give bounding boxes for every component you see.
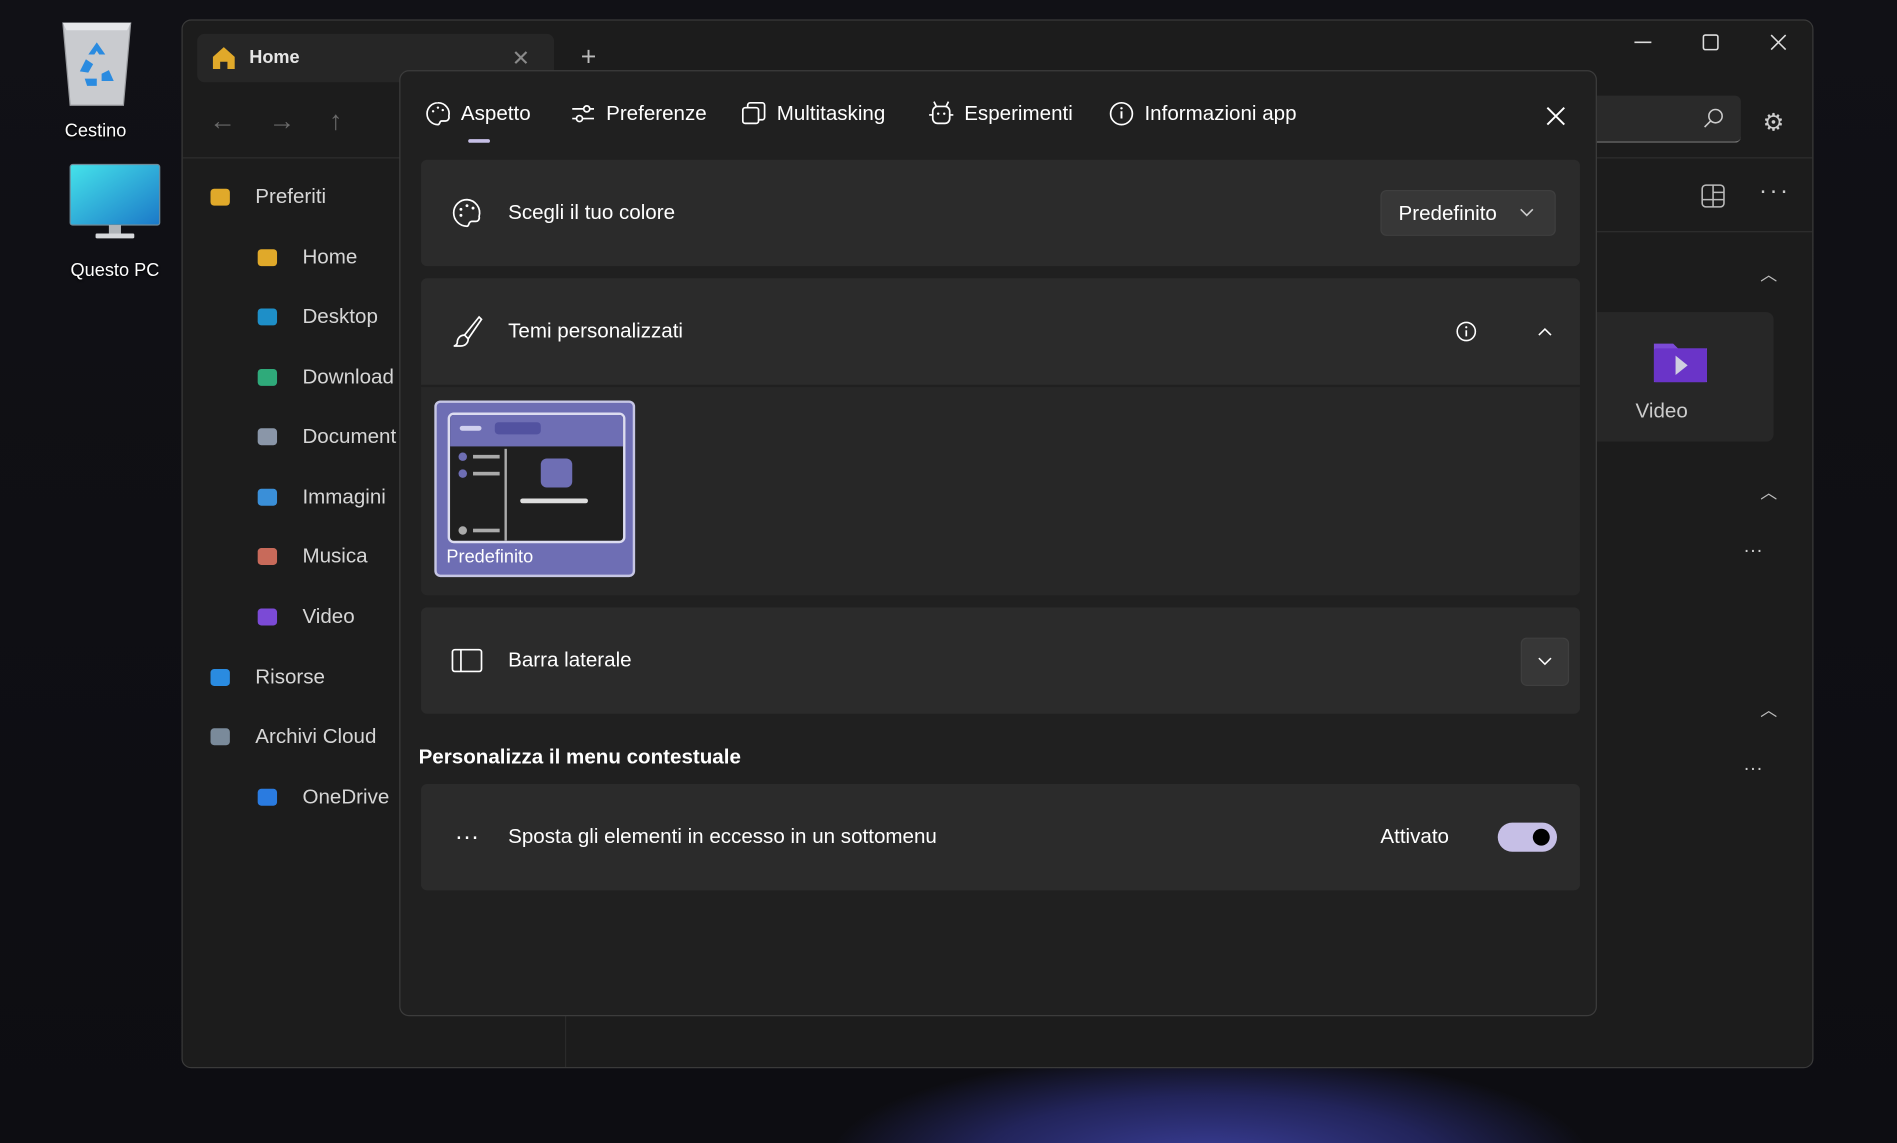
chevron-down-icon xyxy=(1538,657,1553,667)
sidebar-item[interactable]: Musica xyxy=(302,544,367,568)
section-header: Personalizza il menu contestuale xyxy=(418,745,741,769)
sidebar-item[interactable]: Immagini xyxy=(302,485,385,509)
tab-label: Aspetto xyxy=(460,101,531,125)
new-tab-button[interactable]: + xyxy=(581,41,597,72)
tab-label: Home xyxy=(249,47,300,68)
video-folder-icon xyxy=(1653,339,1708,383)
video-tile-label: Video xyxy=(1635,399,1688,423)
overflow-toggle[interactable] xyxy=(1497,822,1558,852)
color-dropdown-value: Predefinito xyxy=(1398,202,1497,226)
info-icon xyxy=(1108,100,1135,127)
minimize-button[interactable] xyxy=(1631,30,1655,54)
forward-button[interactable]: → xyxy=(269,105,296,136)
more-options-icon[interactable]: ··· xyxy=(1759,178,1790,206)
more-horizontal-icon: ··· xyxy=(454,823,480,851)
music-icon xyxy=(255,544,279,568)
sidebar-item[interactable]: Archivi Cloud xyxy=(255,725,376,749)
tab-informazioni-app[interactable]: Informazioni app xyxy=(1108,100,1297,127)
this-pc-label: Questo PC xyxy=(70,260,160,281)
home-icon xyxy=(212,46,236,70)
custom-themes-card[interactable]: Temi personalizzati xyxy=(421,278,1580,385)
theme-preview xyxy=(447,412,626,544)
collapse-chevron-icon[interactable]: ︿ xyxy=(1760,698,1777,722)
chevron-up-icon[interactable] xyxy=(1538,327,1553,337)
active-tab-indicator xyxy=(468,139,490,143)
color-setting-label: Scegli il tuo colore xyxy=(508,200,676,224)
video-icon xyxy=(255,605,279,629)
expand-button[interactable] xyxy=(1520,637,1570,686)
search-box[interactable] xyxy=(1586,95,1741,143)
pc-icon xyxy=(208,665,232,689)
custom-themes-body: Predefinito xyxy=(421,387,1580,596)
sidebar-item[interactable]: Preferiti xyxy=(255,185,326,209)
monitor-icon[interactable] xyxy=(69,163,161,243)
sidebar-item[interactable]: Video xyxy=(302,605,354,629)
sidebar-item[interactable]: Download xyxy=(302,365,393,389)
layout-icon[interactable] xyxy=(1701,184,1725,208)
sidebar-item[interactable]: Document xyxy=(302,425,396,449)
desktop-folder-icon xyxy=(255,305,279,329)
sidebar-item[interactable]: Desktop xyxy=(302,305,377,329)
search-icon xyxy=(1702,108,1724,130)
collapse-chevron-icon[interactable]: ︿ xyxy=(1760,263,1777,287)
tab-aspetto[interactable]: Aspetto xyxy=(425,100,531,127)
color-setting-card: Scegli il tuo colore Predefinito xyxy=(421,159,1580,267)
more-options-icon[interactable]: ··· xyxy=(1743,541,1762,563)
more-options-icon[interactable]: ··· xyxy=(1743,759,1762,781)
sliders-icon xyxy=(570,100,597,127)
documents-icon xyxy=(255,425,279,449)
onedrive-icon xyxy=(255,785,279,809)
brush-icon xyxy=(450,315,484,349)
toggle-state-label: Attivato xyxy=(1380,825,1449,849)
maximize-button[interactable] xyxy=(1699,30,1723,54)
sidebar-setting-label: Barra laterale xyxy=(508,648,632,672)
chevron-down-icon xyxy=(1520,208,1535,218)
video-tile[interactable]: Video xyxy=(1573,312,1774,442)
tab-label: Multitasking xyxy=(776,101,886,125)
download-icon xyxy=(255,365,279,389)
cloud-drive-icon xyxy=(208,725,232,749)
collapse-chevron-icon[interactable]: ︿ xyxy=(1760,480,1777,504)
tab-esperimenti[interactable]: Esperimenti xyxy=(928,100,1073,127)
bug-icon xyxy=(928,100,955,127)
sidebar-icon xyxy=(450,644,484,678)
gear-icon[interactable]: ⚙ xyxy=(1763,108,1785,138)
custom-themes-label: Temi personalizzati xyxy=(508,319,684,343)
close-dialog-button[interactable] xyxy=(1544,104,1568,128)
up-button[interactable]: ↑ xyxy=(329,105,342,136)
sidebar-item[interactable]: Risorse xyxy=(255,665,325,689)
color-dropdown[interactable]: Predefinito xyxy=(1380,189,1556,236)
back-button[interactable]: ← xyxy=(209,105,236,136)
close-tab-icon[interactable]: ✕ xyxy=(512,46,530,71)
settings-dialog: Aspetto Preferenze Multitasking Esperime… xyxy=(399,70,1597,1017)
recycle-bin-label: Cestino xyxy=(64,120,127,142)
theme-label: Predefinito xyxy=(446,546,534,568)
sidebar-item[interactable]: OneDrive xyxy=(302,785,389,809)
sidebar-item[interactable]: Home xyxy=(302,246,357,270)
info-icon[interactable] xyxy=(1455,321,1477,343)
windows-icon xyxy=(740,100,767,127)
close-window-button[interactable] xyxy=(1766,30,1790,54)
tab-label: Informazioni app xyxy=(1144,101,1297,125)
palette-icon xyxy=(425,100,452,127)
recycle-bin-icon[interactable] xyxy=(58,18,135,110)
palette-icon xyxy=(450,196,484,230)
tab-multitasking[interactable]: Multitasking xyxy=(740,100,885,127)
home-icon xyxy=(255,246,279,270)
overflow-setting-card: ··· Sposta gli elementi in eccesso in un… xyxy=(421,783,1580,891)
sidebar-setting-card[interactable]: Barra laterale xyxy=(421,607,1580,714)
tab-label: Esperimenti xyxy=(964,101,1073,125)
star-icon xyxy=(208,185,232,209)
overflow-setting-label: Sposta gli elementi in eccesso in un sot… xyxy=(508,825,937,849)
theme-card-predefinito[interactable]: Predefinito xyxy=(434,400,636,578)
tab-label: Preferenze xyxy=(606,101,707,125)
pictures-icon xyxy=(255,485,279,509)
tab-preferenze[interactable]: Preferenze xyxy=(570,100,707,127)
